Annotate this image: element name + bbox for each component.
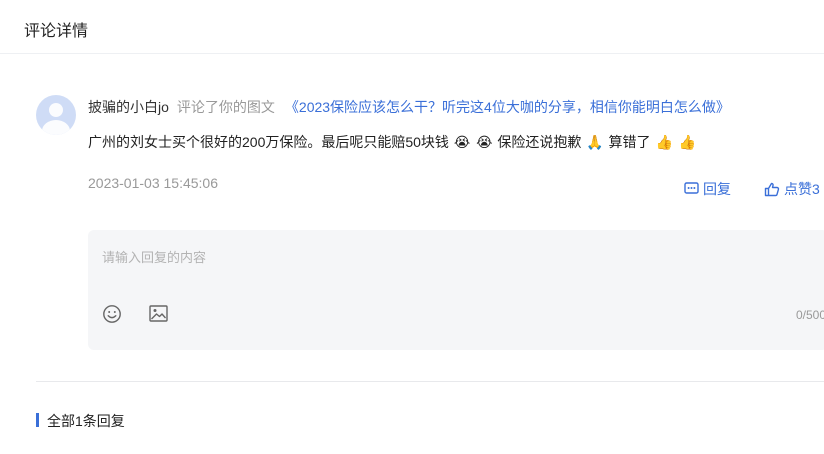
section-accent-bar: [36, 413, 39, 427]
like-button[interactable]: 点赞3: [764, 179, 820, 199]
page-title: 评论详情: [24, 23, 89, 40]
comment-content: 广州的刘女士买个很好的200万保险。最后呢只能赔50块钱 😭 😭 保险还说抱歉 …: [88, 132, 697, 152]
comment-text-part1: 广州的刘女士买个很好的200万保险。最后呢只能赔50块钱: [88, 134, 449, 150]
thumbs-up-emoji-icon: 👍: [678, 135, 697, 151]
user-avatar-icon[interactable]: [36, 95, 76, 135]
username[interactable]: 披骗的小白jo: [88, 99, 169, 115]
reply-icon: [684, 182, 699, 194]
section-divider: [36, 381, 824, 382]
like-label: 点赞3: [784, 181, 820, 197]
comment-text-part3: 算错了: [608, 134, 651, 150]
image-icon[interactable]: [149, 305, 168, 322]
char-counter: 0/500: [796, 308, 824, 322]
reply-button[interactable]: 回复: [684, 179, 731, 199]
thumbs-up-icon: [764, 182, 780, 196]
comment-action-text: 评论了你的图文: [176, 99, 275, 115]
reply-label: 回复: [703, 181, 731, 197]
thumbs-up-emoji-icon: 👍: [655, 135, 673, 151]
avatar-head-shape: [49, 103, 63, 117]
crying-emoji-icon: 😭: [476, 135, 493, 151]
comment-timestamp: 2023-01-03 15:45:06: [88, 175, 218, 191]
comment-meta: 披骗的小白jo 评论了你的图文 《2023保险应该怎么干？听完这4位大咖的分享，相信…: [88, 97, 730, 117]
replies-section-title: 全部1条回复: [47, 413, 125, 429]
article-title-link[interactable]: 《2023保险应该怎么干？听完这4位大咖的分享，相信你能明白怎么做》: [285, 99, 730, 115]
reply-input-placeholder[interactable]: 请输入回复的内容: [102, 247, 206, 266]
comment-text-part2: 保险还说抱歉: [497, 134, 582, 150]
avatar-body-shape: [42, 120, 70, 135]
palms-emoji-icon: 🙏: [586, 135, 604, 151]
smiley-icon[interactable]: [102, 304, 122, 324]
crying-emoji-icon: 😭: [453, 135, 471, 151]
page-header: 评论详情: [0, 0, 824, 54]
reply-input-box[interactable]: 请输入回复的内容 0/500: [88, 230, 824, 350]
